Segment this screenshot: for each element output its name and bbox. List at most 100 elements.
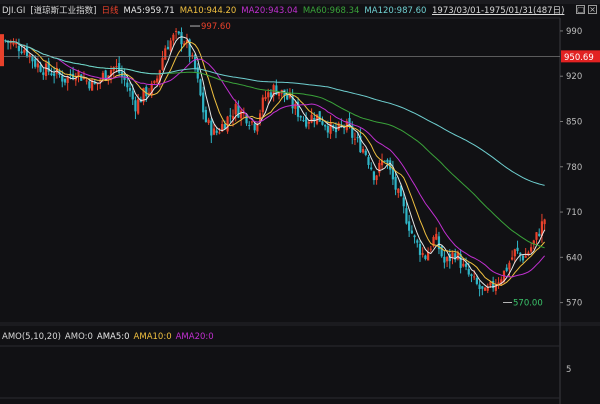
candle-body — [23, 49, 26, 53]
candle-body — [302, 120, 305, 122]
candle-body — [212, 128, 216, 135]
candle-body — [50, 73, 53, 76]
candle-body — [177, 31, 180, 34]
candle-body — [307, 121, 310, 124]
candle-body — [134, 100, 137, 112]
candle-body — [164, 48, 167, 60]
candle-body — [543, 219, 546, 225]
candle-body — [429, 248, 432, 250]
candle-body — [324, 124, 327, 127]
ma20-line — [5, 40, 545, 278]
candle-body — [147, 92, 151, 94]
candle-body — [85, 80, 88, 82]
candle-body — [174, 31, 178, 33]
candle-body — [63, 78, 67, 83]
candle-body — [326, 126, 329, 133]
candle-body — [229, 115, 232, 117]
candle-body — [470, 274, 473, 277]
candle-body — [481, 286, 484, 289]
candle-body — [397, 188, 400, 193]
candle-body — [169, 40, 172, 51]
candle-body — [361, 149, 365, 153]
candle-body — [237, 105, 240, 118]
candle-body — [383, 160, 386, 162]
candle-body — [511, 257, 514, 260]
y-tick-label: 640 — [566, 253, 582, 263]
candle-body — [443, 256, 446, 263]
candle-body — [166, 46, 170, 50]
candle-body — [405, 208, 408, 224]
candle-body — [478, 284, 481, 290]
candle-body — [508, 262, 511, 270]
candle-body — [53, 73, 56, 76]
candle-body — [253, 123, 256, 131]
candle-body — [513, 249, 516, 257]
candle-body — [402, 197, 405, 207]
candle-body — [128, 87, 132, 91]
candle-body — [137, 99, 140, 114]
candle-body — [435, 233, 438, 240]
candle-body — [516, 247, 519, 252]
candle-body — [413, 235, 416, 238]
candle-body — [28, 54, 31, 58]
candle-body — [286, 94, 289, 100]
candle-body — [77, 71, 80, 76]
candle-body — [386, 159, 389, 163]
candle-body — [202, 92, 205, 113]
candle-body — [353, 138, 357, 140]
candle-body — [483, 287, 487, 291]
candle-body — [535, 232, 538, 240]
candle-body — [215, 130, 218, 133]
candle-body — [267, 92, 270, 98]
candle-body — [505, 267, 508, 271]
y-tick-label: 920 — [566, 72, 582, 82]
y-tick-label: 710 — [566, 208, 582, 218]
candle-body — [161, 57, 164, 70]
candle-body — [199, 79, 202, 96]
candle-body — [153, 80, 156, 84]
candle-body — [364, 150, 367, 155]
candle-body — [240, 110, 243, 119]
y-tick-label: 990 — [566, 27, 582, 37]
candle-body — [524, 255, 527, 258]
high-annotation: 997.60 — [201, 22, 231, 32]
ma60-line — [5, 40, 545, 249]
candle-body — [394, 176, 397, 190]
current-price-label: 950.69 — [564, 53, 594, 63]
candle-body — [80, 74, 83, 81]
candle-body — [39, 65, 42, 72]
candle-body — [375, 175, 378, 181]
candle-body — [61, 75, 64, 82]
candle-body — [538, 233, 541, 236]
period-start-marker — [0, 34, 4, 67]
candle-body — [329, 122, 332, 134]
candle-body — [529, 247, 533, 252]
y-tick-label: 780 — [566, 163, 582, 173]
ma120-line — [5, 40, 545, 186]
candle-body — [299, 115, 302, 118]
candle-body — [410, 230, 413, 234]
candle-body — [34, 58, 37, 67]
low-annotation: 570.00 — [513, 299, 543, 309]
candle-body — [269, 92, 273, 98]
candle-body — [226, 116, 229, 132]
candle-body — [462, 263, 465, 267]
candle-body — [104, 70, 107, 79]
candle-body — [418, 243, 422, 255]
candle-body — [210, 120, 213, 136]
candle-body — [464, 263, 468, 267]
candle-body — [126, 82, 129, 88]
candle-body — [131, 91, 134, 100]
candle-body — [207, 119, 210, 124]
kline-chart[interactable]: 990 920 850 780 710 640 570 5 950.69 997.60 570.00 — [0, 0, 600, 404]
candle-body — [172, 34, 175, 41]
candle-body — [318, 111, 321, 122]
candle-body — [475, 278, 478, 284]
candle-body — [42, 72, 45, 75]
candle-body — [12, 42, 15, 45]
candle-body — [408, 221, 411, 231]
candle-body — [367, 157, 370, 165]
candle-body — [156, 78, 159, 83]
candle-body — [521, 255, 525, 261]
candle-body — [372, 171, 376, 181]
